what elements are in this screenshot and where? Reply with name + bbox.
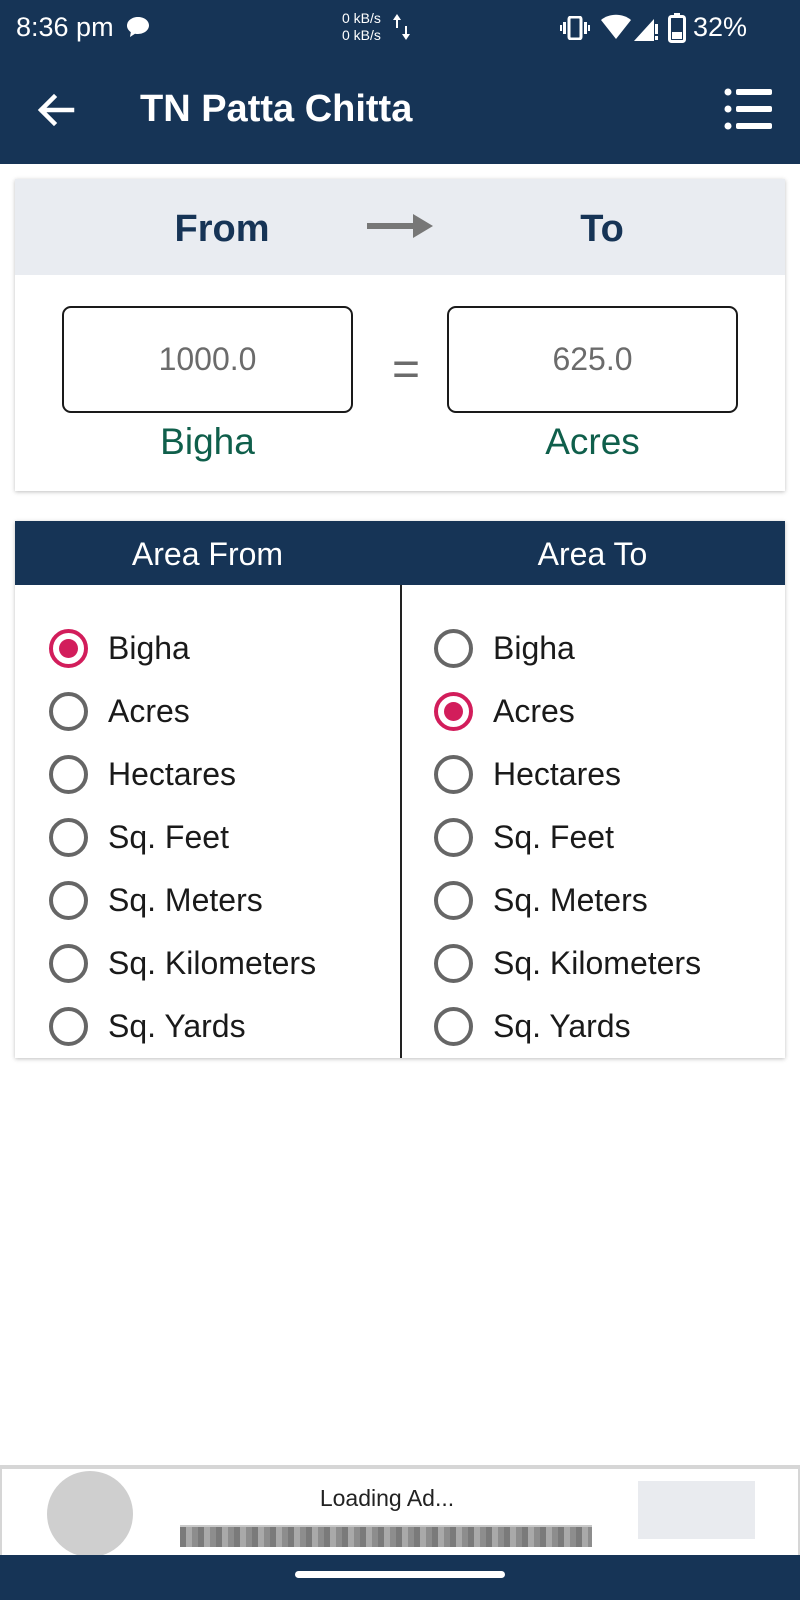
status-bar: 8:36 pm 0 kB/s 0 kB/s 32% xyxy=(0,0,800,56)
list-menu-icon xyxy=(724,88,772,130)
radio-label: Sq. Feet xyxy=(108,819,229,855)
area-from-title: Area From xyxy=(131,536,284,572)
app-title: TN Patta Chitta xyxy=(140,88,413,130)
radio-label: Hectares xyxy=(493,756,622,792)
home-gesture-handle[interactable] xyxy=(295,1571,505,1578)
menu-button[interactable] xyxy=(724,86,774,132)
status-time: 8:36 pm xyxy=(16,12,114,42)
converter-header: From To xyxy=(15,179,785,275)
column-divider xyxy=(400,585,402,1058)
unit-selector-card: Area From Area To Bigha Acres Hectares Sq. … xyxy=(15,521,785,1058)
radio-unchecked-icon[interactable] xyxy=(49,1007,88,1046)
radio-unchecked-icon[interactable] xyxy=(49,944,88,983)
area-from-radio-group: Bigha Acres Hectares Sq. Feet Sq. Meters Sq. … xyxy=(49,617,316,1058)
radio-label: Sq. Feet xyxy=(493,819,614,855)
wifi-icon xyxy=(601,14,631,39)
radio-label: Sq. Meters xyxy=(493,882,648,918)
radio-label: Acres xyxy=(493,693,575,729)
converter-card: From To = Bigha Acres xyxy=(15,179,785,491)
net-up-speed: 0 kB/s xyxy=(342,10,381,26)
radio-label: Hectares xyxy=(108,756,237,792)
radio-checked-icon[interactable] xyxy=(434,692,473,731)
radio-to-sq-yards[interactable]: Sq. Yards xyxy=(434,995,701,1058)
ad-banner[interactable]: Loading Ad... xyxy=(0,1465,800,1557)
radio-to-bigha[interactable]: Bigha xyxy=(434,617,701,680)
radio-unchecked-icon[interactable] xyxy=(49,755,88,794)
ad-loading-text: Loading Ad... xyxy=(319,1485,455,1511)
selector-header: Area From Area To xyxy=(15,521,785,585)
radio-unchecked-icon[interactable] xyxy=(434,881,473,920)
from-value-input[interactable] xyxy=(62,306,353,413)
radio-from-bigha[interactable]: Bigha xyxy=(49,617,316,680)
radio-to-sq-meters[interactable]: Sq. Meters xyxy=(434,869,701,932)
back-button[interactable] xyxy=(34,88,78,132)
radio-unchecked-icon[interactable] xyxy=(434,818,473,857)
ad-loading-bar xyxy=(180,1525,592,1547)
radio-label: Bigha xyxy=(108,630,190,666)
radio-label: Sq. Meters xyxy=(108,882,263,918)
radio-to-sq-feet[interactable]: Sq. Feet xyxy=(434,806,701,869)
radio-to-sq-kilometers[interactable]: Sq. Kilometers xyxy=(434,932,701,995)
radio-from-acres[interactable]: Acres xyxy=(49,680,316,743)
right-arrow-icon xyxy=(367,214,433,238)
radio-label: Bigha xyxy=(493,630,575,666)
system-nav-bar xyxy=(0,1555,800,1600)
radio-from-sq-feet[interactable]: Sq. Feet xyxy=(49,806,316,869)
radio-unchecked-icon[interactable] xyxy=(49,818,88,857)
battery-percent: 32% xyxy=(693,12,748,42)
from-heading: From xyxy=(174,208,270,250)
arrow-left-icon xyxy=(37,93,75,127)
area-to-title: Area To xyxy=(537,536,648,572)
radio-from-sq-meters[interactable]: Sq. Meters xyxy=(49,869,316,932)
to-value-field[interactable] xyxy=(447,306,738,413)
radio-unchecked-icon[interactable] xyxy=(49,881,88,920)
vibrate-icon xyxy=(560,16,590,40)
radio-from-sq-yards[interactable]: Sq. Yards xyxy=(49,995,316,1058)
radio-unchecked-icon[interactable] xyxy=(434,1007,473,1046)
battery-icon xyxy=(668,13,686,43)
radio-unchecked-icon[interactable] xyxy=(434,755,473,794)
ad-avatar xyxy=(47,1471,133,1557)
signal-icon xyxy=(634,19,658,41)
network-speed: 0 kB/s 0 kB/s xyxy=(342,10,381,44)
radio-to-hectares[interactable]: Hectares xyxy=(434,743,701,806)
from-unit-label: Bigha xyxy=(160,421,255,462)
radio-label: Sq. Yards xyxy=(108,1008,246,1044)
radio-unchecked-icon[interactable] xyxy=(49,692,88,731)
radio-label: Sq. Kilometers xyxy=(493,945,702,981)
radio-from-sq-kilometers[interactable]: Sq. Kilometers xyxy=(49,932,316,995)
radio-unchecked-icon[interactable] xyxy=(434,629,473,668)
radio-from-hectares[interactable]: Hectares xyxy=(49,743,316,806)
chat-bubble-icon xyxy=(127,17,149,37)
to-heading: To xyxy=(580,208,624,250)
equals-sign: = xyxy=(391,343,421,396)
data-transfer-icon xyxy=(393,14,410,40)
app-bar: TN Patta Chitta xyxy=(0,56,800,164)
radio-label: Acres xyxy=(108,693,190,729)
radio-label: Sq. Kilometers xyxy=(108,945,317,981)
radio-to-acres[interactable]: Acres xyxy=(434,680,701,743)
radio-unchecked-icon[interactable] xyxy=(434,944,473,983)
area-to-radio-group: Bigha Acres Hectares Sq. Feet Sq. Meters Sq. … xyxy=(434,617,701,1058)
net-down-speed: 0 kB/s xyxy=(342,27,381,43)
radio-checked-icon[interactable] xyxy=(49,629,88,668)
radio-label: Sq. Yards xyxy=(493,1008,631,1044)
ad-thumbnail xyxy=(638,1481,755,1539)
to-unit-label: Acres xyxy=(545,421,640,462)
